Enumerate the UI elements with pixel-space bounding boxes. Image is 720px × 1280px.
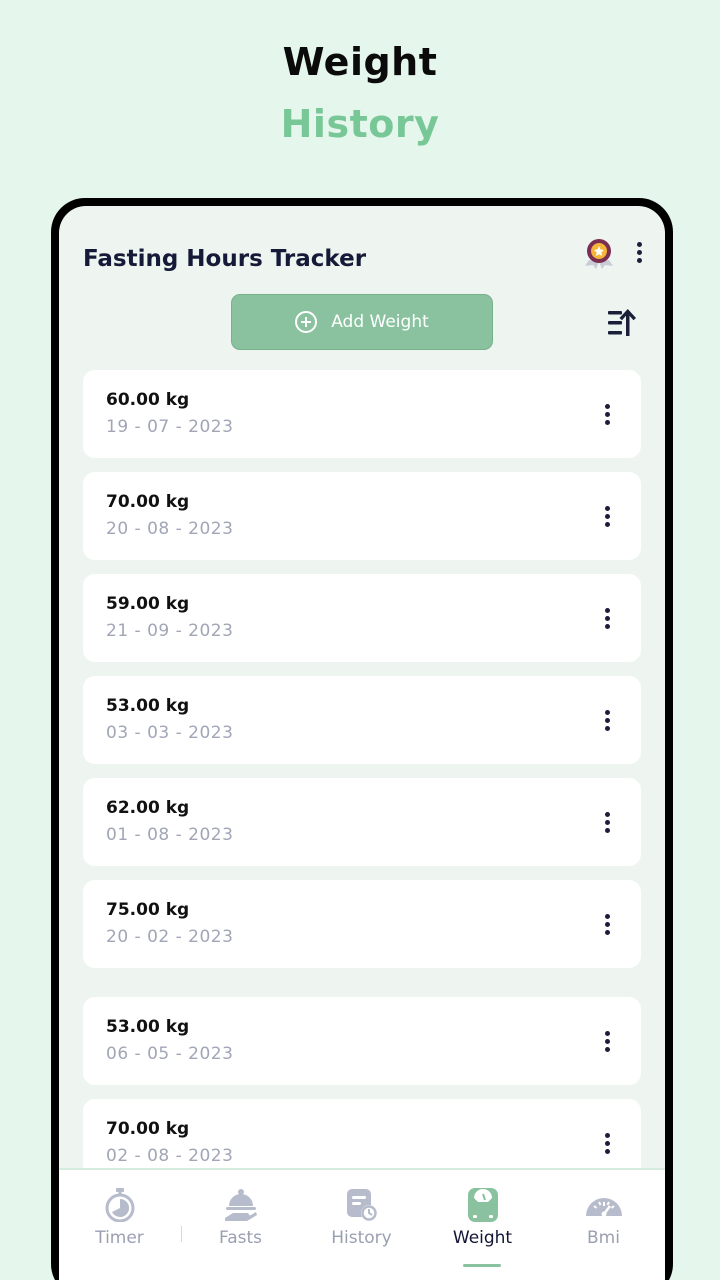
entry-date: 20 - 08 - 2023 — [106, 519, 234, 539]
add-weight-label: Add Weight — [331, 312, 429, 332]
entry-weight: 62.00 kg — [106, 798, 190, 818]
more-vertical-icon[interactable] — [597, 502, 617, 532]
nav-item-fasts[interactable]: Fasts — [180, 1188, 301, 1248]
stopwatch-icon — [105, 1188, 134, 1222]
entry-date: 02 - 08 - 2023 — [106, 1146, 234, 1166]
more-vertical-icon[interactable] — [597, 604, 617, 634]
kebab-dot — [604, 812, 610, 817]
list-item[interactable]: 62.00 kg 01 - 08 - 2023 — [83, 778, 641, 866]
kebab-dot — [604, 522, 610, 527]
kebab-dot — [604, 404, 610, 409]
entry-date: 03 - 03 - 2023 — [106, 723, 234, 743]
kebab-dot — [604, 1039, 610, 1044]
plus-circle-icon — [295, 311, 318, 333]
kebab-dot — [604, 1141, 610, 1146]
active-tab-indicator — [463, 1264, 501, 1267]
nav-item-history[interactable]: History — [301, 1188, 422, 1248]
kebab-dot — [604, 1047, 610, 1052]
entry-weight: 59.00 kg — [106, 594, 190, 614]
kebab-dot — [604, 922, 610, 927]
kebab-dot — [604, 608, 610, 613]
entry-weight: 53.00 kg — [106, 1017, 190, 1037]
promo-title: Weight — [282, 40, 438, 84]
gauge-icon — [585, 1198, 622, 1217]
more-vertical-icon[interactable] — [629, 238, 649, 268]
entry-weight: 53.00 kg — [106, 696, 190, 716]
kebab-dot — [604, 514, 610, 519]
entry-weight: 70.00 kg — [106, 492, 190, 512]
premium-badge-icon[interactable] — [585, 238, 613, 270]
more-vertical-icon[interactable] — [597, 1027, 617, 1057]
kebab-dot — [604, 820, 610, 825]
entry-weight: 75.00 kg — [106, 900, 190, 920]
kebab-dot — [604, 616, 610, 621]
bottom-navigation: Timer Fasts History Weight Bmi — [59, 1168, 665, 1280]
phone-frame: Fasting Hours Tracker Add Weight 60.00 k… — [51, 198, 673, 1280]
nav-label: Weight — [452, 1228, 513, 1248]
list-item[interactable]: 75.00 kg 20 - 02 - 2023 — [83, 880, 641, 968]
list-item[interactable]: 70.00 kg 20 - 08 - 2023 — [83, 472, 641, 560]
nav-label: History — [331, 1228, 392, 1248]
kebab-dot — [636, 250, 642, 255]
food-tray-icon — [224, 1189, 257, 1221]
promo-subtitle: History — [280, 102, 440, 146]
kebab-dot — [604, 930, 610, 935]
entry-date: 20 - 02 - 2023 — [106, 927, 234, 947]
entry-date: 21 - 09 - 2023 — [106, 621, 234, 641]
kebab-dot — [604, 914, 610, 919]
nav-label: Fasts — [218, 1228, 262, 1248]
entry-date: 19 - 07 - 2023 — [106, 417, 234, 437]
kebab-dot — [604, 726, 610, 731]
nav-item-weight[interactable]: Weight — [422, 1188, 543, 1248]
kebab-dot — [604, 710, 610, 715]
kebab-dot — [604, 420, 610, 425]
list-item[interactable]: 53.00 kg 06 - 05 - 2023 — [83, 997, 641, 1085]
nav-item-bmi[interactable]: Bmi — [543, 1188, 664, 1248]
kebab-dot — [604, 624, 610, 629]
kebab-dot — [636, 258, 642, 263]
nav-label: Bmi — [587, 1228, 620, 1248]
kebab-dot — [604, 506, 610, 511]
calendar-clock-icon — [346, 1189, 377, 1221]
list-item[interactable]: 60.00 kg 19 - 07 - 2023 — [83, 370, 641, 458]
add-weight-button[interactable]: Add Weight — [231, 294, 493, 350]
nav-item-timer[interactable]: Timer — [59, 1188, 180, 1248]
entry-weight: 60.00 kg — [106, 390, 190, 410]
entry-weight: 70.00 kg — [106, 1119, 190, 1139]
app-screen: Fasting Hours Tracker Add Weight 60.00 k… — [59, 206, 665, 1280]
weight-scale-icon — [467, 1188, 498, 1222]
kebab-dot — [604, 412, 610, 417]
list-item[interactable]: 59.00 kg 21 - 09 - 2023 — [83, 574, 641, 662]
more-vertical-icon[interactable] — [597, 808, 617, 838]
kebab-dot — [604, 1149, 610, 1154]
more-vertical-icon[interactable] — [597, 400, 617, 430]
app-title: Fasting Hours Tracker — [83, 246, 367, 272]
kebab-dot — [604, 828, 610, 833]
entry-date: 06 - 05 - 2023 — [106, 1044, 234, 1064]
sort-ascending-icon[interactable] — [607, 308, 639, 338]
nav-label: Timer — [95, 1228, 144, 1248]
kebab-dot — [636, 242, 642, 247]
kebab-dot — [604, 718, 610, 723]
more-vertical-icon[interactable] — [597, 910, 617, 940]
kebab-dot — [604, 1133, 610, 1138]
list-item[interactable]: 53.00 kg 03 - 03 - 2023 — [83, 676, 641, 764]
more-vertical-icon[interactable] — [597, 706, 617, 736]
kebab-dot — [604, 1031, 610, 1036]
more-vertical-icon[interactable] — [597, 1129, 617, 1159]
entry-date: 01 - 08 - 2023 — [106, 825, 234, 845]
